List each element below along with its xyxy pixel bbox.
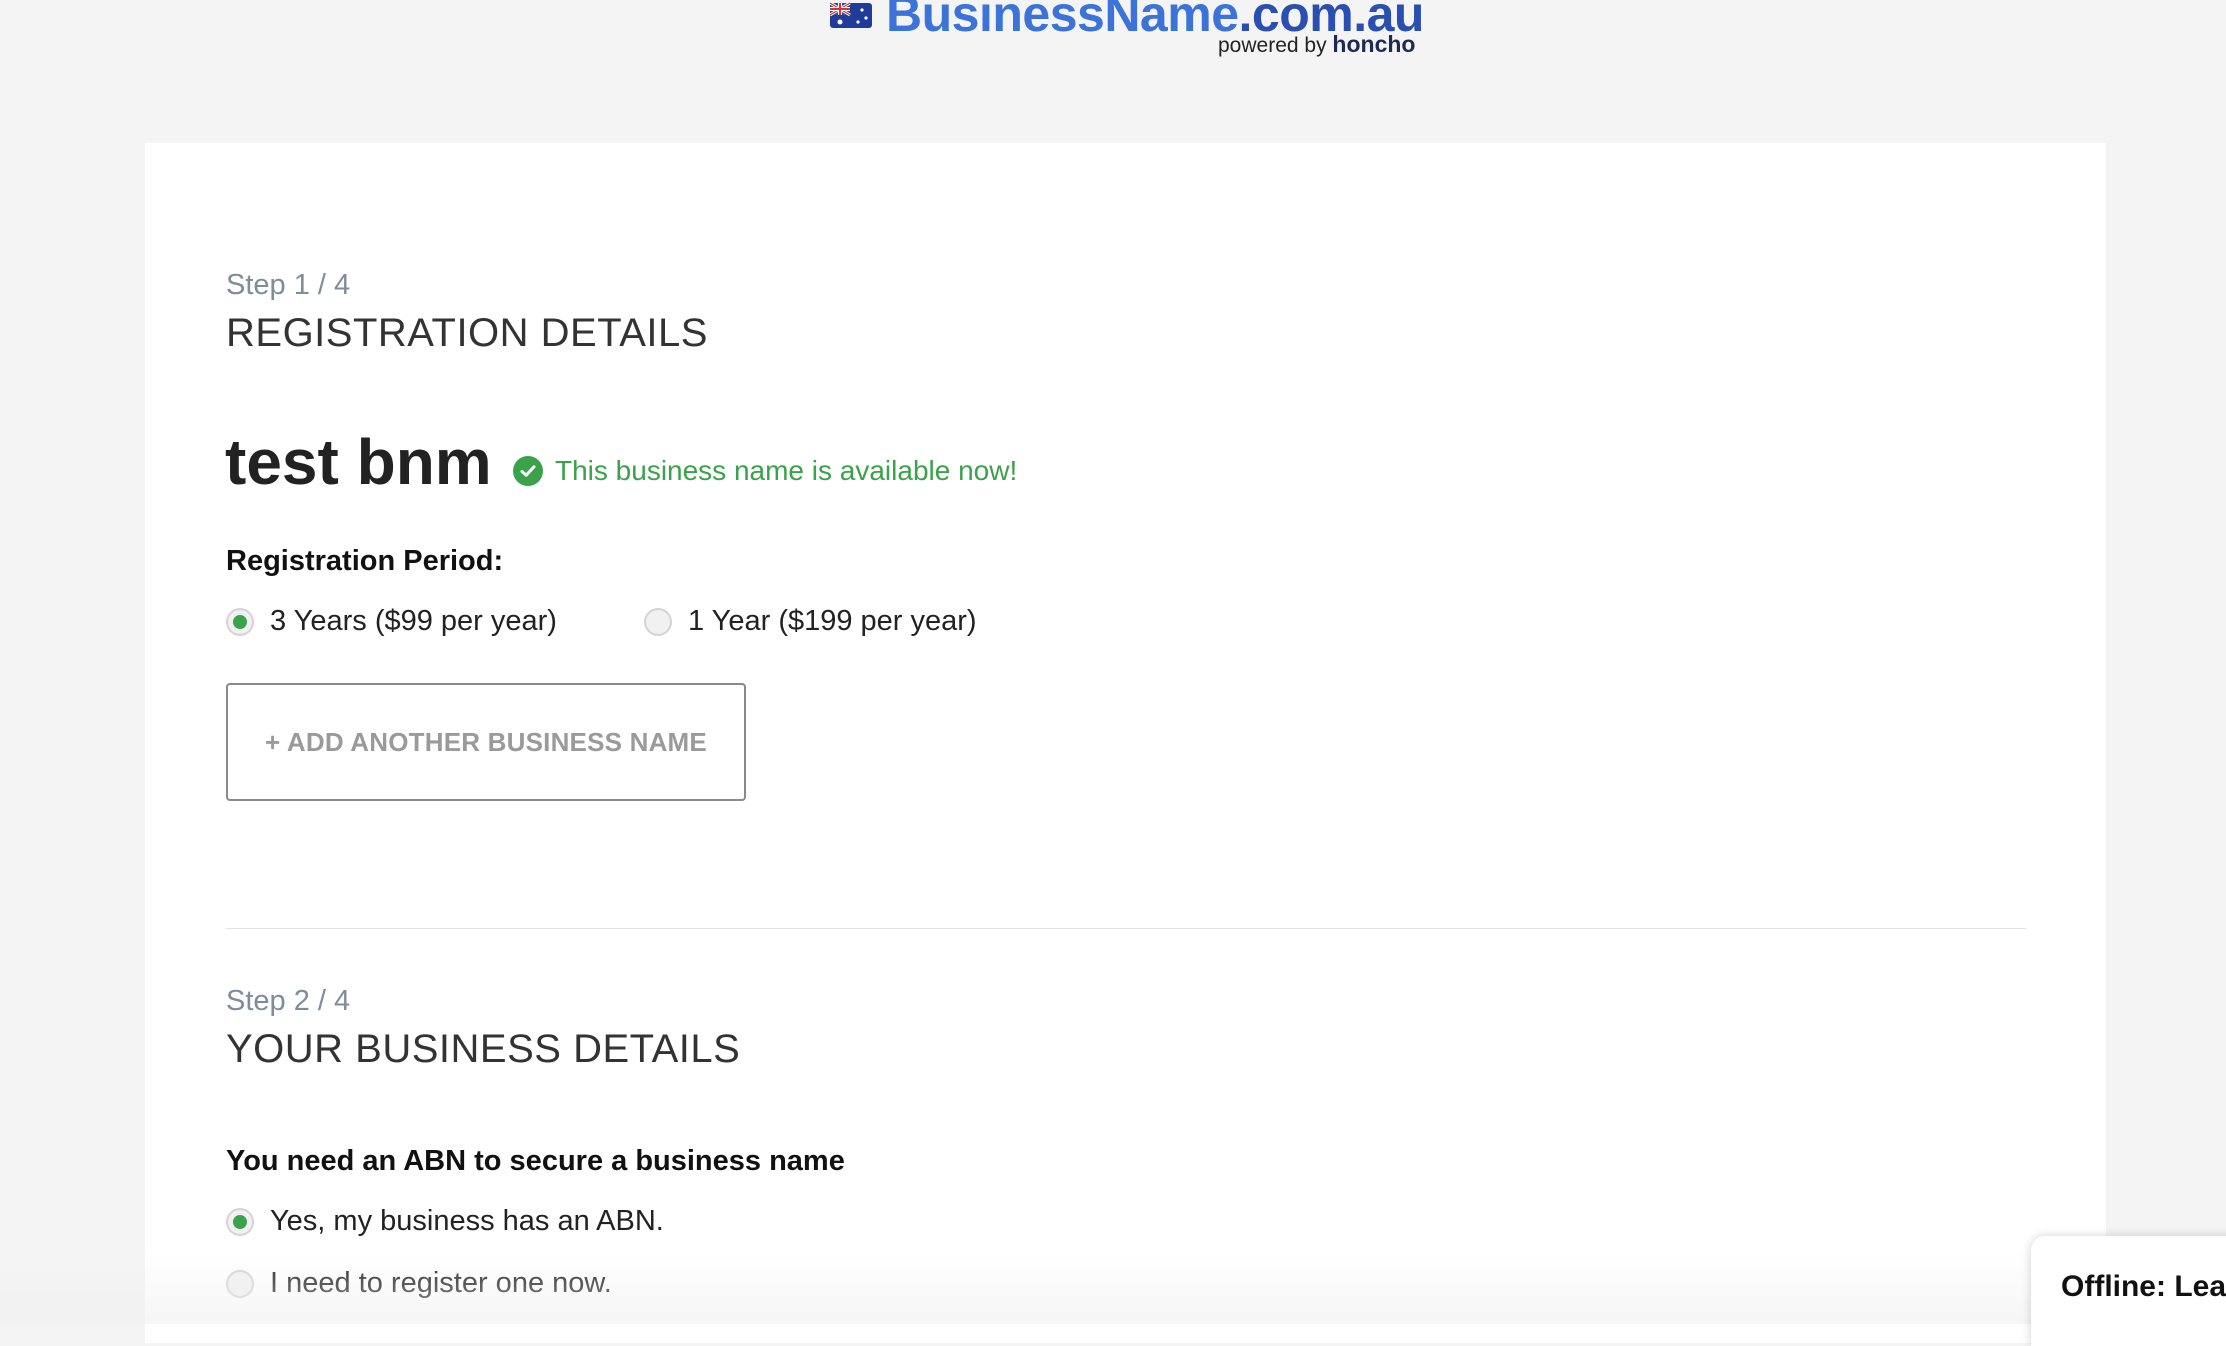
availability-status: This business name is available now!	[513, 455, 1017, 487]
radio-button[interactable]	[644, 607, 672, 636]
radio-label-register-abn: I need to register one now.	[270, 1267, 612, 1299]
radio-button[interactable]	[226, 1269, 254, 1298]
site-logo[interactable]: BusinessName.com.au powered by honcho	[828, 0, 1428, 58]
radio-label-has-abn: Yes, my business has an ABN.	[270, 1205, 664, 1237]
logo-tagline: powered by honcho	[1218, 32, 1415, 58]
logo-powered-by: powered by	[1218, 34, 1327, 57]
radio-option-1-year[interactable]: 1 Year ($199 per year)	[644, 605, 977, 638]
logo-main-text: BusinessName	[886, 0, 1239, 42]
radio-button-selected[interactable]	[226, 607, 254, 636]
abn-question-label: You need an ABN to secure a business nam…	[226, 1145, 845, 1177]
radio-option-3-years[interactable]: 3 Years ($99 per year)	[226, 605, 557, 638]
availability-text: This business name is available now!	[555, 455, 1018, 486]
add-another-business-name-button[interactable]: + ADD ANOTHER BUSINESS NAME	[226, 683, 746, 801]
step2-title: YOUR BUSINESS DETAILS	[226, 1027, 741, 1071]
registration-form-card: Step 1 / 4 REGISTRATION DETAILS test bnm…	[145, 143, 2106, 1343]
radio-button-selected[interactable]	[226, 1207, 254, 1236]
step1-title: REGISTRATION DETAILS	[226, 311, 708, 355]
radio-label-3-years: 3 Years ($99 per year)	[270, 605, 557, 637]
step1-label: Step 1 / 4	[226, 269, 351, 301]
chat-widget-tab[interactable]: Offline: Lea	[2031, 1236, 2226, 1346]
step2-label: Step 2 / 4	[226, 985, 351, 1017]
chat-status-label: Offline: Lea	[2061, 1270, 2226, 1303]
business-name-heading: test bnm	[225, 426, 492, 498]
radio-option-has-abn[interactable]: Yes, my business has an ABN.	[226, 1205, 664, 1238]
section-divider	[226, 928, 2026, 929]
registration-period-label: Registration Period:	[226, 545, 504, 577]
check-circle-icon	[513, 456, 543, 486]
radio-label-1-year: 1 Year ($199 per year)	[688, 605, 977, 637]
logo-brand: honcho	[1332, 31, 1416, 57]
radio-option-register-abn[interactable]: I need to register one now.	[226, 1267, 612, 1300]
australian-flag-icon	[829, 1, 872, 28]
